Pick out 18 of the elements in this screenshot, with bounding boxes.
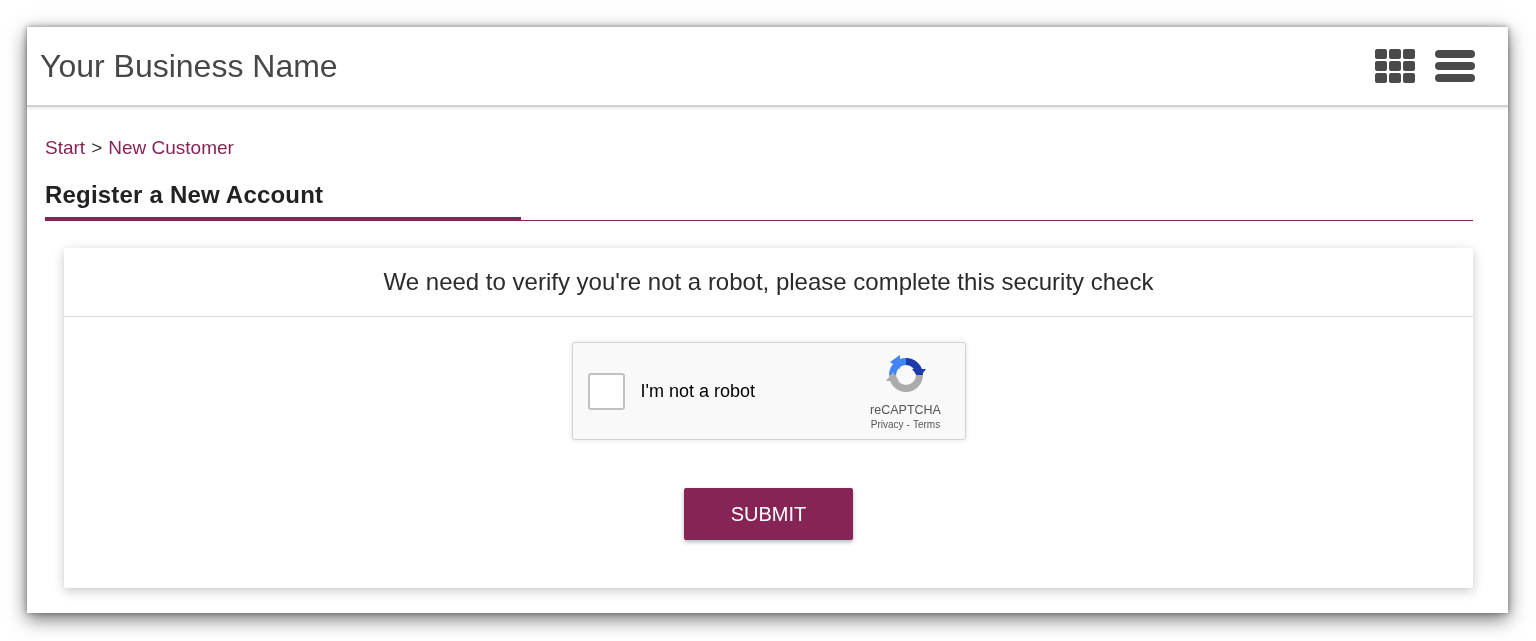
submit-button[interactable]: SUBMIT [684, 488, 853, 540]
grid-icon [1375, 49, 1415, 83]
breadcrumb-separator: > [91, 138, 103, 158]
verification-message: We need to verify you're not a robot, please complete this security check [383, 268, 1154, 296]
menu-icon [1435, 50, 1475, 82]
breadcrumb-link[interactable]: New Customer [108, 138, 234, 158]
captcha-label: I'm not a robot [640, 380, 755, 402]
privacy-link[interactable]: Privacy [870, 418, 904, 431]
terms-link[interactable]: Terms [912, 418, 941, 431]
captcha-checkbox[interactable] [587, 372, 625, 410]
captcha-brand-text: reCAPTCHA [870, 403, 941, 418]
page-heading: Register a New Account [45, 181, 324, 209]
breadcrumb-link[interactable]: Start [45, 138, 86, 158]
business-name-title: Your Business Name [40, 47, 338, 86]
link-separator: - [906, 418, 910, 431]
recaptcha-logo-icon [885, 355, 926, 395]
apps-button[interactable] [1375, 49, 1415, 83]
menu-button[interactable] [1435, 50, 1475, 82]
